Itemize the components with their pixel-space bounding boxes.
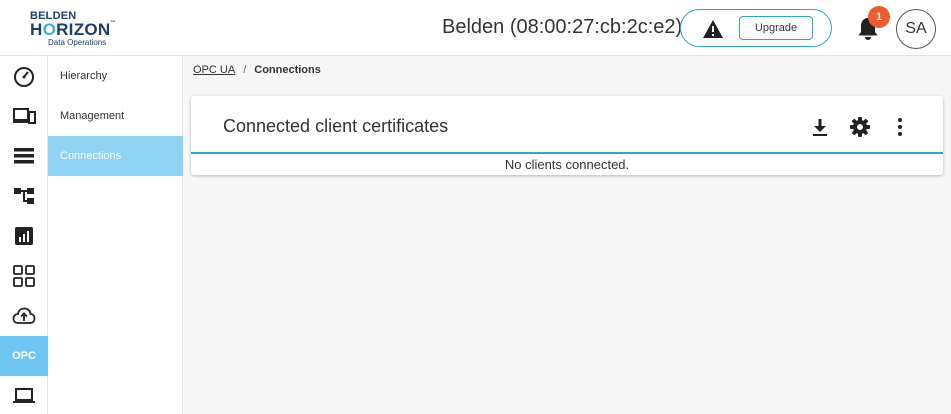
breadcrumb: OPC UA / Connections — [193, 64, 321, 76]
upgrade-banner: Upgrade — [680, 9, 832, 47]
upgrade-button[interactable]: Upgrade — [739, 16, 813, 40]
icon-rail: OPC — [0, 56, 48, 414]
devices-icon — [13, 108, 36, 124]
rail-item-dashboard[interactable] — [0, 56, 48, 96]
opc-subnav: Hierarchy Management Connections — [48, 56, 183, 414]
download-button[interactable] — [807, 114, 833, 140]
top-header: BELDEN HORIZON™ Data Operations Belden (… — [0, 0, 951, 56]
empty-state-message: No clients connected. — [504, 157, 630, 172]
settings-button[interactable] — [847, 114, 873, 140]
connected-certificates-card: Connected client certificates No clients… — [191, 96, 943, 175]
logo-product: HORIZON™ — [30, 20, 116, 39]
belden-horizon-logo[interactable]: BELDEN HORIZON™ Data Operations — [30, 10, 120, 48]
subnav-item-hierarchy[interactable]: Hierarchy — [48, 56, 183, 96]
rail-item-list[interactable] — [0, 136, 48, 176]
rail-item-opc[interactable]: OPC — [0, 336, 48, 376]
dashboard-gauge-icon — [14, 67, 34, 87]
laptop-icon — [13, 388, 35, 403]
rail-item-cloud-upload[interactable] — [0, 296, 48, 336]
rail-item-reports[interactable] — [0, 216, 48, 256]
notification-count-badge: 1 — [868, 6, 890, 28]
logo-tagline: Data Operations — [48, 38, 107, 47]
list-icon — [14, 148, 34, 164]
hierarchy-tree-icon — [14, 188, 34, 204]
cloud-upload-icon — [12, 307, 36, 324]
breadcrumb-current: Connections — [254, 64, 321, 76]
more-options-button[interactable] — [887, 114, 913, 140]
device-title: Belden (08:00:27:cb:2c:e2) — [442, 16, 683, 38]
card-divider — [191, 152, 943, 154]
apps-grid-icon — [13, 265, 35, 287]
opc-icon: OPC — [12, 350, 36, 362]
more-vertical-icon — [898, 118, 902, 136]
card-title: Connected client certificates — [223, 116, 449, 136]
download-icon — [813, 119, 827, 136]
breadcrumb-opc-ua-link[interactable]: OPC UA — [193, 64, 235, 76]
subnav-item-management[interactable]: Management — [48, 96, 183, 136]
settings-gear-icon — [850, 117, 870, 137]
breadcrumb-separator: / — [243, 64, 247, 76]
user-avatar[interactable]: SA — [896, 9, 936, 49]
warning-icon — [703, 20, 723, 38]
subnav-item-connections[interactable]: Connections — [48, 136, 183, 176]
bar-chart-icon — [15, 227, 33, 245]
rail-item-apps[interactable] — [0, 256, 48, 296]
rail-item-computer[interactable] — [0, 376, 48, 414]
rail-item-devices[interactable] — [0, 96, 48, 136]
rail-item-hierarchy[interactable] — [0, 176, 48, 216]
